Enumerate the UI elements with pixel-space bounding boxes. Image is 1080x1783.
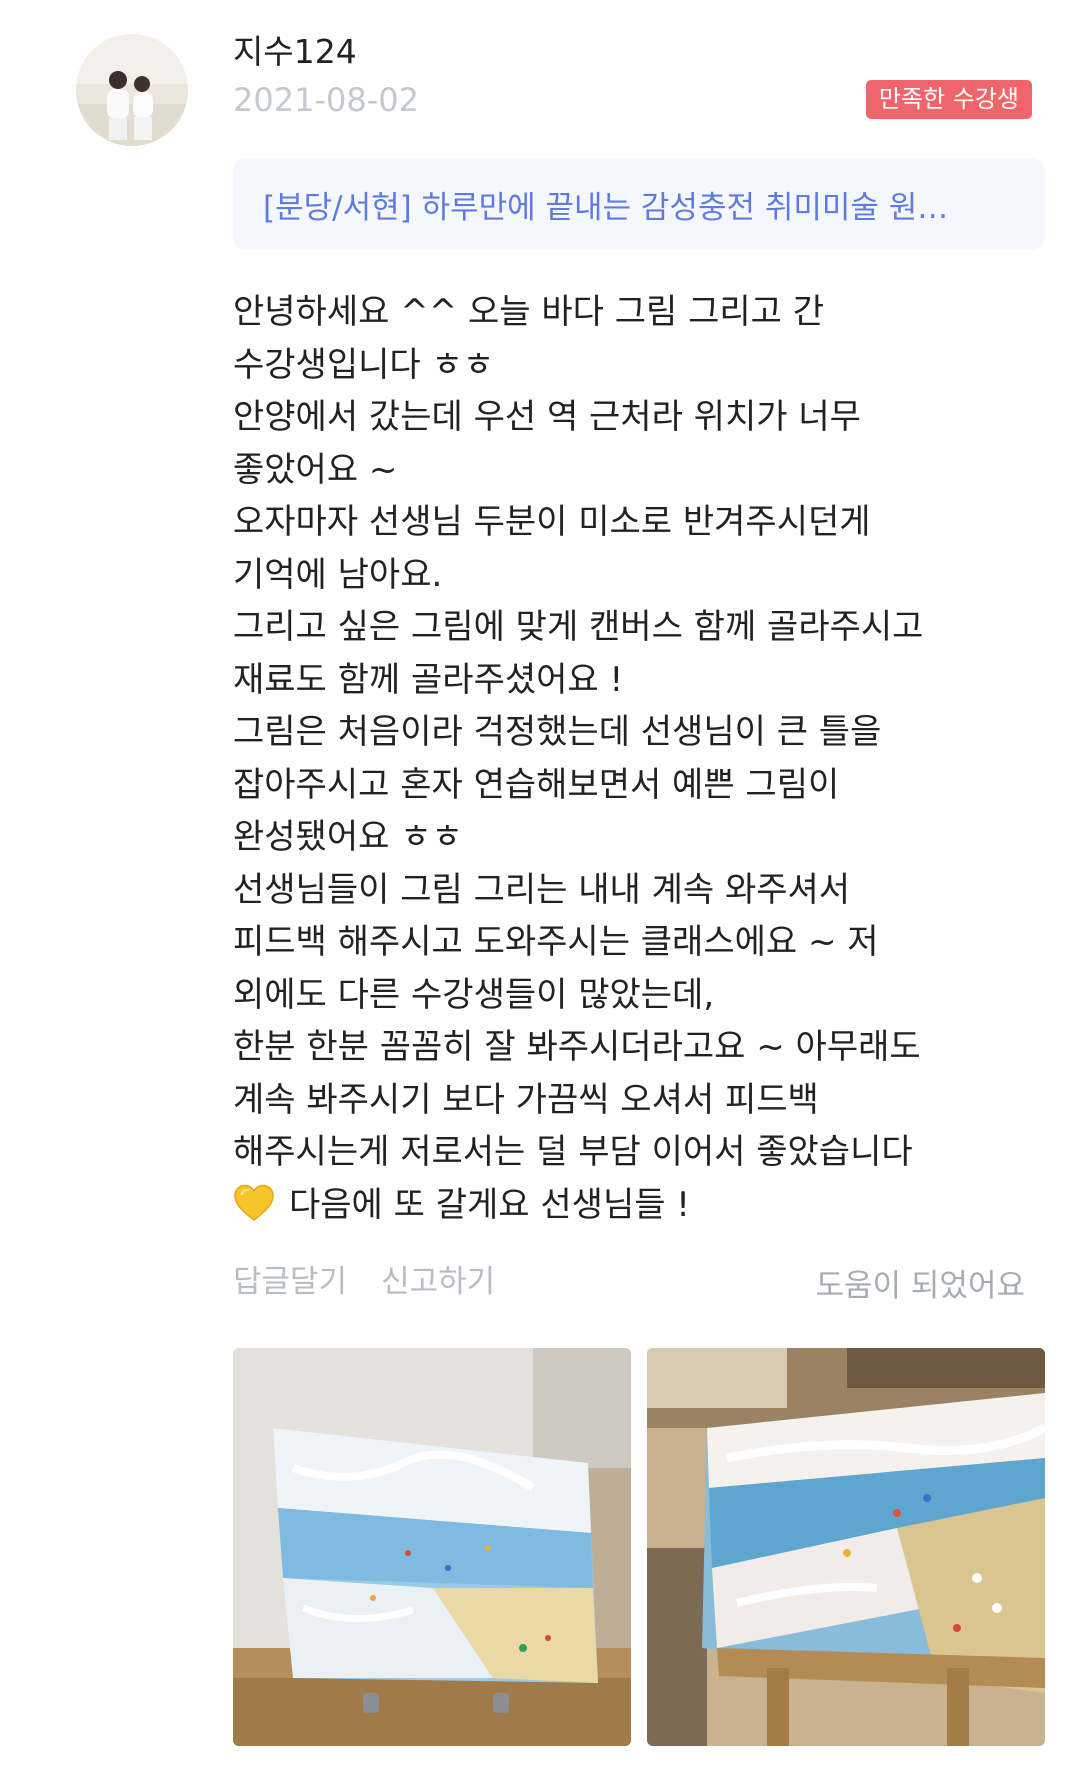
review-photo[interactable] xyxy=(233,1348,631,1746)
report-button[interactable]: 신고하기 xyxy=(381,1260,495,1304)
reply-button[interactable]: 답글달기 xyxy=(233,1260,347,1304)
review-line: 완성됐어요 ㅎㅎ xyxy=(233,817,463,857)
user-avatar[interactable] xyxy=(76,34,188,146)
review-actions: 답글달기 신고하기 xyxy=(233,1260,495,1304)
review-line: 해주시는게 저로서는 덜 부담 이어서 좋았습니다 xyxy=(233,1132,913,1172)
review-line: 잡아주시고 혼자 연습해보면서 예쁜 그림이 xyxy=(233,764,840,805)
review-date: 2021-08-02 xyxy=(233,81,419,119)
review-line: 오자마자 선생님 두분이 미소로 반겨주시던게 xyxy=(233,502,871,542)
review-line: 수강생입니다 ㅎㅎ xyxy=(233,344,495,385)
review-line: 안녕하세요 ^^ 오늘 바다 그림 그리고 간 xyxy=(233,292,825,332)
helpful-button[interactable]: 도움이 되었어요 xyxy=(816,1264,1026,1308)
review-line: 계속 봐주시기 보다 가끔씩 오셔서 피드백 xyxy=(233,1079,819,1120)
review-line-last: 다음에 또 갈게요 선생님들 ! xyxy=(233,1179,1033,1232)
yellow-heart-icon xyxy=(233,1184,275,1238)
review-line: 그림은 처음이라 걱정했는데 선생님이 큰 틀을 xyxy=(233,712,882,752)
review-line: 외에도 다른 수강생들이 많았는데, xyxy=(233,974,715,1015)
review-line: 기억에 남아요. xyxy=(233,554,443,595)
review-line: 안양에서 갔는데 우선 역 근처라 위치가 너무 xyxy=(233,397,861,437)
review-line-text: 다음에 또 갈게요 선생님들 ! xyxy=(289,1184,690,1225)
review-photo[interactable] xyxy=(647,1348,1045,1746)
course-link[interactable]: [분당/서현] 하루만에 끝내는 감성충전 취미미술 원… xyxy=(233,158,1045,250)
review-body: 안녕하세요 ^^ 오늘 바다 그림 그리고 간 수강생입니다 ㅎㅎ 안양에서 갔… xyxy=(233,286,1033,1231)
review-line: 좋았어요 ~ xyxy=(233,449,398,490)
username: 지수124 xyxy=(233,32,357,71)
review-line: 재료도 함께 골라주셨어요 ! xyxy=(233,659,624,700)
satisfied-badge: 만족한 수강생 xyxy=(865,80,1032,119)
review-line: 그리고 싶은 그림에 맞게 캔버스 함께 골라주시고 xyxy=(233,607,924,647)
review-line: 피드백 해주시고 도와주시는 클래스에요 ~ 저 xyxy=(233,922,879,962)
review-line: 선생님들이 그림 그리는 내내 계속 와주셔서 xyxy=(233,869,851,910)
course-title: [분당/서현] 하루만에 끝내는 감성충전 취미미술 원… xyxy=(263,189,949,226)
review-line: 한분 한분 꼼꼼히 잘 봐주시더라고요 ~ 아무래도 xyxy=(233,1027,921,1067)
